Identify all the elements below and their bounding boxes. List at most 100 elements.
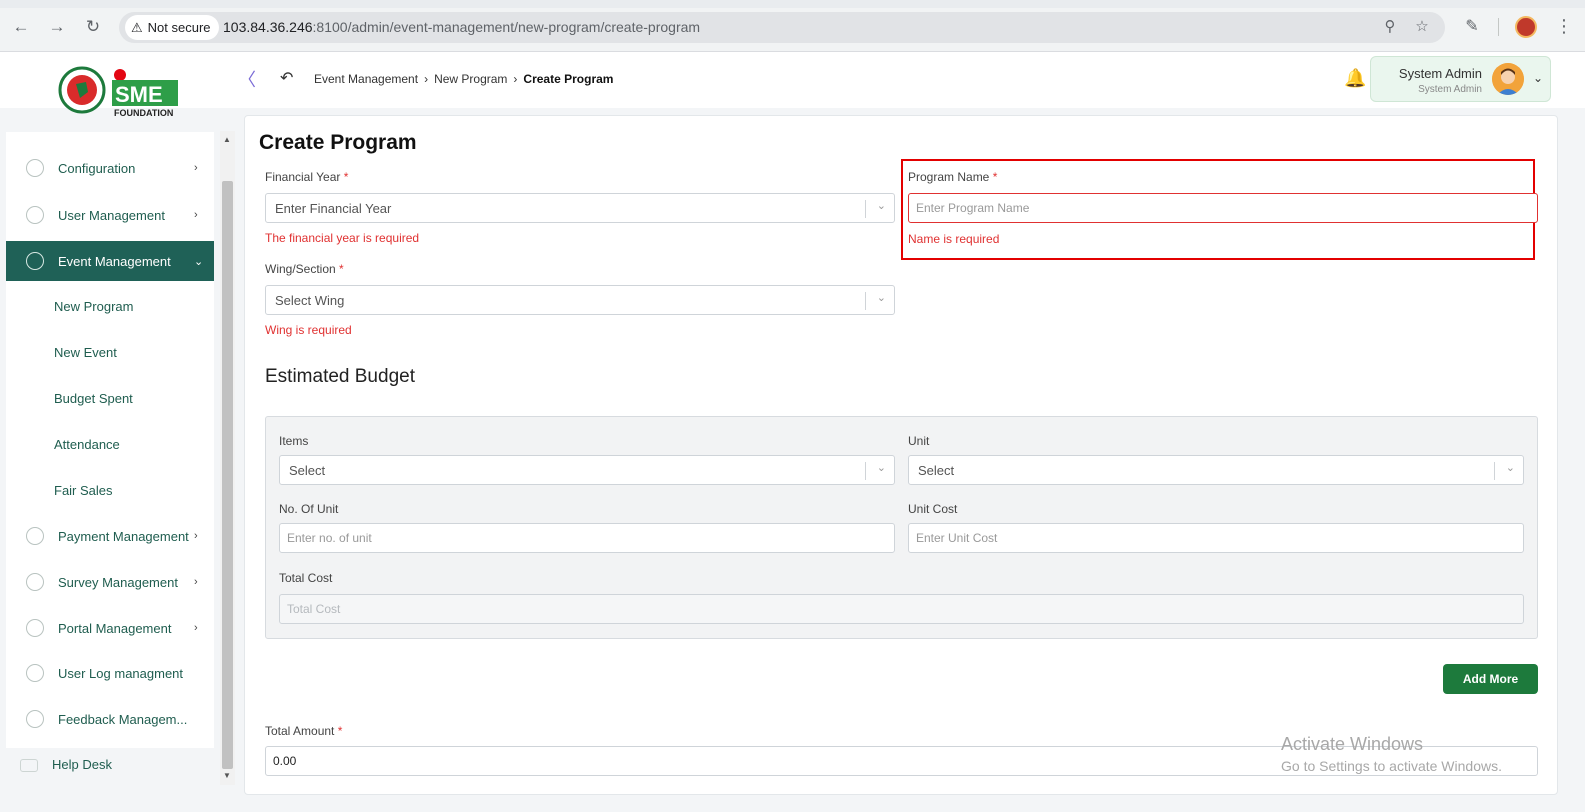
feedback-icon (26, 710, 44, 728)
chevron-right-icon: › (194, 209, 198, 221)
chevron-down-icon: ⌄ (876, 292, 886, 304)
page-title: Create Program (259, 131, 417, 154)
sidebar-subitem-attendance[interactable]: Attendance (54, 437, 120, 452)
add-more-button[interactable]: Add More (1443, 664, 1538, 694)
program-name-input[interactable]: Enter Program Name (908, 193, 1538, 223)
chevron-down-icon: ⌄ (1505, 462, 1515, 474)
bookmark-star-icon[interactable]: ☆ (1413, 18, 1431, 36)
warning-icon: ⚠ (131, 19, 143, 35)
total-amount-label: Total Amount * (265, 724, 343, 738)
select-divider (865, 462, 866, 480)
browser-menu-kebab-icon[interactable]: ⋮ (1555, 16, 1573, 36)
sidebar: Configuration › User Management › Event … (6, 132, 214, 748)
no-of-unit-label: No. Of Unit (279, 502, 339, 516)
back-return-icon[interactable]: ↶ (280, 68, 293, 88)
wing-error: Wing is required (265, 323, 352, 337)
user-role: System Admin (1418, 84, 1482, 95)
url-text[interactable]: 103.84.36.246:8100/admin/event-managemen… (223, 19, 700, 35)
chevron-right-icon: › (194, 530, 198, 542)
chevron-right-icon: › (194, 162, 198, 174)
sidebar-item-event-management[interactable]: Event Management ⌄ (6, 241, 214, 281)
chevron-down-icon: ⌄ (194, 255, 204, 268)
windows-activation-subtext: Go to Settings to activate Windows. (1281, 758, 1502, 774)
financial-year-label: Financial Year * (265, 170, 349, 184)
reload-icon[interactable]: ↻ (84, 18, 102, 36)
sidebar-scrollbar[interactable]: ▲ ▼ (220, 131, 235, 785)
program-name-error: Name is required (908, 232, 1000, 246)
extensions-puzzle-icon[interactable]: ✎ (1462, 17, 1482, 37)
scroll-thumb[interactable] (222, 181, 233, 769)
sidebar-item-feedback[interactable]: Feedback Managem... (6, 699, 214, 739)
zoom-icon[interactable]: ⚲ (1381, 18, 1399, 36)
portal-icon (26, 619, 44, 637)
breadcrumb: Event Management › New Program › Create … (314, 72, 613, 86)
user-name: System Admin (1398, 66, 1482, 81)
windows-activation-watermark: Activate Windows (1281, 734, 1424, 754)
unit-select[interactable]: Select ⌄ (908, 455, 1524, 485)
sidebar-collapse-icon[interactable]: 〈 (238, 66, 256, 92)
financial-year-error: The financial year is required (265, 231, 420, 245)
unit-cost-input[interactable]: Enter Unit Cost (908, 523, 1524, 553)
chevron-right-icon: › (194, 622, 198, 634)
user-shield-icon (26, 206, 44, 224)
total-cost-label: Total Cost (279, 571, 333, 585)
chevron-down-icon[interactable]: ⌄ (1533, 71, 1543, 85)
no-of-unit-input[interactable]: Enter no. of unit (279, 523, 895, 553)
scroll-up-arrow-icon[interactable]: ▲ (223, 135, 231, 144)
svg-text:SME: SME (115, 82, 163, 107)
wing-select[interactable]: Select Wing ⌄ (265, 285, 895, 315)
sidebar-item-user-log[interactable]: User Log managment (6, 653, 214, 693)
chevron-right-icon: › (424, 72, 429, 86)
sidebar-item-payment-management[interactable]: Payment Management › (6, 516, 214, 556)
sme-foundation-logo[interactable]: SME FOUNDATION (58, 66, 180, 118)
select-divider (1494, 462, 1495, 480)
sidebar-subitem-new-program[interactable]: New Program (54, 299, 133, 314)
breadcrumb-event-management[interactable]: Event Management (314, 72, 418, 86)
unit-label: Unit (908, 434, 930, 448)
chevron-down-icon: ⌄ (876, 462, 886, 474)
items-select[interactable]: Select ⌄ (279, 455, 895, 485)
estimated-budget-title: Estimated Budget (265, 366, 415, 387)
sidebar-subitem-fair-sales[interactable]: Fair Sales (54, 483, 113, 498)
sidebar-subitem-new-event[interactable]: New Event (54, 345, 117, 360)
security-chip[interactable]: ⚠ Not secure (125, 15, 219, 40)
help-desk-link[interactable]: Help Desk (20, 757, 112, 773)
select-divider (865, 292, 866, 310)
user-avatar (1492, 63, 1524, 95)
program-name-label: Program Name * (908, 170, 998, 184)
security-label: Not secure (147, 20, 211, 35)
notification-bell-icon[interactable]: 🔔 (1344, 68, 1366, 89)
avatar-graphic (1492, 63, 1524, 95)
total-cost-input: Total Cost (279, 594, 1524, 624)
address-bar[interactable]: ⚠ Not secure 103.84.36.246:8100/admin/ev… (119, 12, 1445, 43)
survey-icon (26, 573, 44, 591)
sidebar-subitem-budget-spent[interactable]: Budget Spent (54, 391, 133, 406)
browser-toolbar: ← → ↻ ⚠ Not secure 103.84.36.246:8100/ad… (0, 0, 1585, 52)
user-menu[interactable]: System Admin System Admin ⌄ (1370, 56, 1551, 102)
sidebar-item-configuration[interactable]: Configuration › (6, 148, 214, 188)
wing-section-label: Wing/Section * (265, 262, 344, 276)
log-icon (26, 664, 44, 682)
back-arrow-icon[interactable]: ← (12, 18, 30, 36)
tab-strip (0, 0, 1585, 8)
scroll-down-arrow-icon[interactable]: ▼ (223, 771, 231, 780)
chevron-right-icon: › (513, 72, 518, 86)
breadcrumb-new-program[interactable]: New Program (434, 72, 507, 86)
chevron-right-icon: › (194, 576, 198, 588)
payment-icon (26, 527, 44, 545)
chevron-down-icon: ⌄ (876, 200, 886, 212)
financial-year-select[interactable]: Enter Financial Year ⌄ (265, 193, 895, 223)
mail-icon (20, 759, 38, 773)
forward-arrow-icon[interactable]: → (48, 18, 66, 36)
sidebar-item-survey-management[interactable]: Survey Management › (6, 562, 214, 602)
breadcrumb-current: Create Program (523, 72, 614, 86)
event-icon (26, 252, 44, 270)
config-icon (26, 159, 44, 177)
items-label: Items (279, 434, 309, 448)
select-divider (865, 200, 866, 218)
profile-avatar-icon[interactable] (1515, 16, 1537, 38)
svg-text:FOUNDATION: FOUNDATION (114, 108, 173, 118)
sidebar-item-portal-management[interactable]: Portal Management › (6, 608, 214, 648)
sidebar-item-user-management[interactable]: User Management › (6, 195, 214, 235)
logo-graphic: SME FOUNDATION (58, 66, 178, 118)
